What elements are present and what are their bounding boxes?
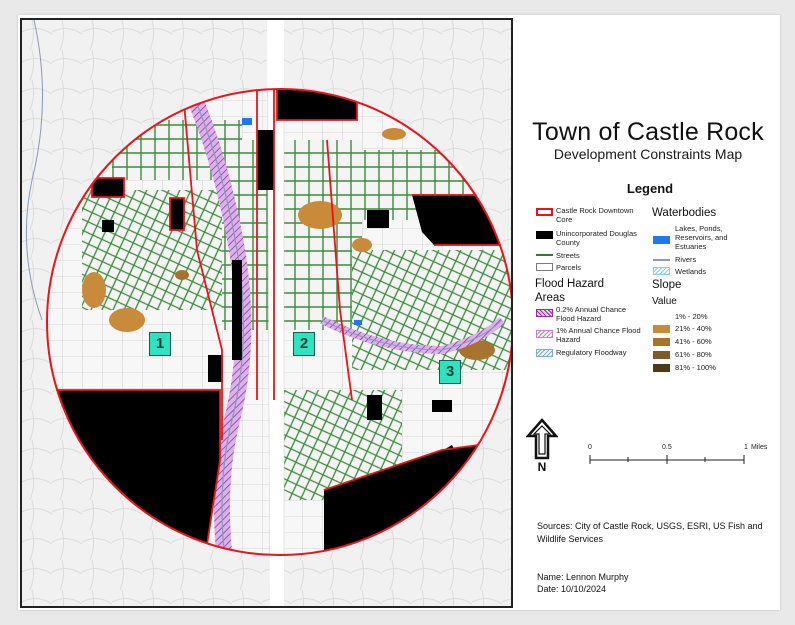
wetlands-symbol <box>653 267 670 275</box>
flood-hazard-heading: Flood Hazard Areas <box>535 278 605 304</box>
legend-streets: Streets <box>556 251 580 260</box>
zone-label-1: 1 <box>149 332 171 356</box>
legend-wetlands: Wetlands <box>675 267 707 276</box>
slope-3-symbol <box>653 338 670 346</box>
author-block: Name: Lennon Murphy Date: 10/10/2024 <box>537 571 629 595</box>
slope-1-symbol <box>653 313 670 321</box>
author-name: Name: Lennon Murphy <box>537 572 629 582</box>
legend-floodway: Regulatory Floodway <box>556 348 627 357</box>
legend-flood-1: 1% Annual Chance Flood Hazard <box>556 326 641 344</box>
legend-downtown-core: Castle Rock Downtown Core <box>556 206 634 224</box>
map-canvas <box>22 20 511 606</box>
legend-slope-1: 1% - 20% <box>675 312 708 321</box>
streets-symbol <box>536 254 553 256</box>
map-date: Date: 10/10/2024 <box>537 584 607 594</box>
scale-tick-0: 0 <box>588 444 592 451</box>
legend-parcels: Parcels <box>556 263 582 272</box>
scale-bar <box>589 455 745 464</box>
lake-2 <box>354 320 362 325</box>
map-title: Town of Castle Rock <box>532 118 764 146</box>
waterbodies-heading: Waterbodies <box>652 207 717 219</box>
zone-label-3: 3 <box>439 360 461 384</box>
map-frame: 1 2 3 <box>20 18 513 608</box>
scale-tick-1: 1 <box>744 444 748 451</box>
legend-slope-3: 41% - 60% <box>675 337 712 346</box>
legend-rivers: Rivers <box>675 255 697 264</box>
floodway-symbol <box>536 349 553 357</box>
legend-slope-4: 61% - 80% <box>675 350 712 359</box>
legend-lakes: Lakes, Ponds, Reservoirs, and Estuaries <box>675 224 728 251</box>
parcels-symbol <box>536 263 553 271</box>
legend-slope-5: 81% - 100% <box>675 363 716 372</box>
zone-label-2: 2 <box>293 332 315 356</box>
north-arrow-icon: N <box>526 418 558 474</box>
slope-4-symbol <box>653 351 670 359</box>
lake <box>242 118 252 125</box>
slope-5-symbol <box>653 364 670 372</box>
unincorporated-symbol <box>536 231 553 239</box>
flood-02-symbol <box>536 309 553 317</box>
slope-heading: Slope <box>652 279 682 291</box>
scale-tick-half: 0.5 <box>662 444 672 451</box>
legend-unincorporated: Unincorporated Douglas County <box>556 229 637 247</box>
slope-value-label: Value <box>652 296 677 307</box>
slope-2-symbol <box>653 325 670 333</box>
rivers-symbol <box>653 259 670 261</box>
north-arrow-label: N <box>538 460 547 474</box>
legend-slope-2: 21% - 40% <box>675 324 712 333</box>
lakes-symbol <box>653 236 670 244</box>
flood-1-symbol <box>536 330 553 338</box>
map-subtitle: Development Constraints Map <box>553 146 743 162</box>
legend-title: Legend <box>626 181 674 196</box>
downtown-core-symbol <box>536 208 553 216</box>
sources-text: Sources: City of Castle Rock, USGS, ESRI… <box>537 521 763 544</box>
scale-unit: Miles <box>751 444 768 451</box>
legend-flood-02: 0.2% Annual Chance Flood Hazard <box>556 305 627 323</box>
